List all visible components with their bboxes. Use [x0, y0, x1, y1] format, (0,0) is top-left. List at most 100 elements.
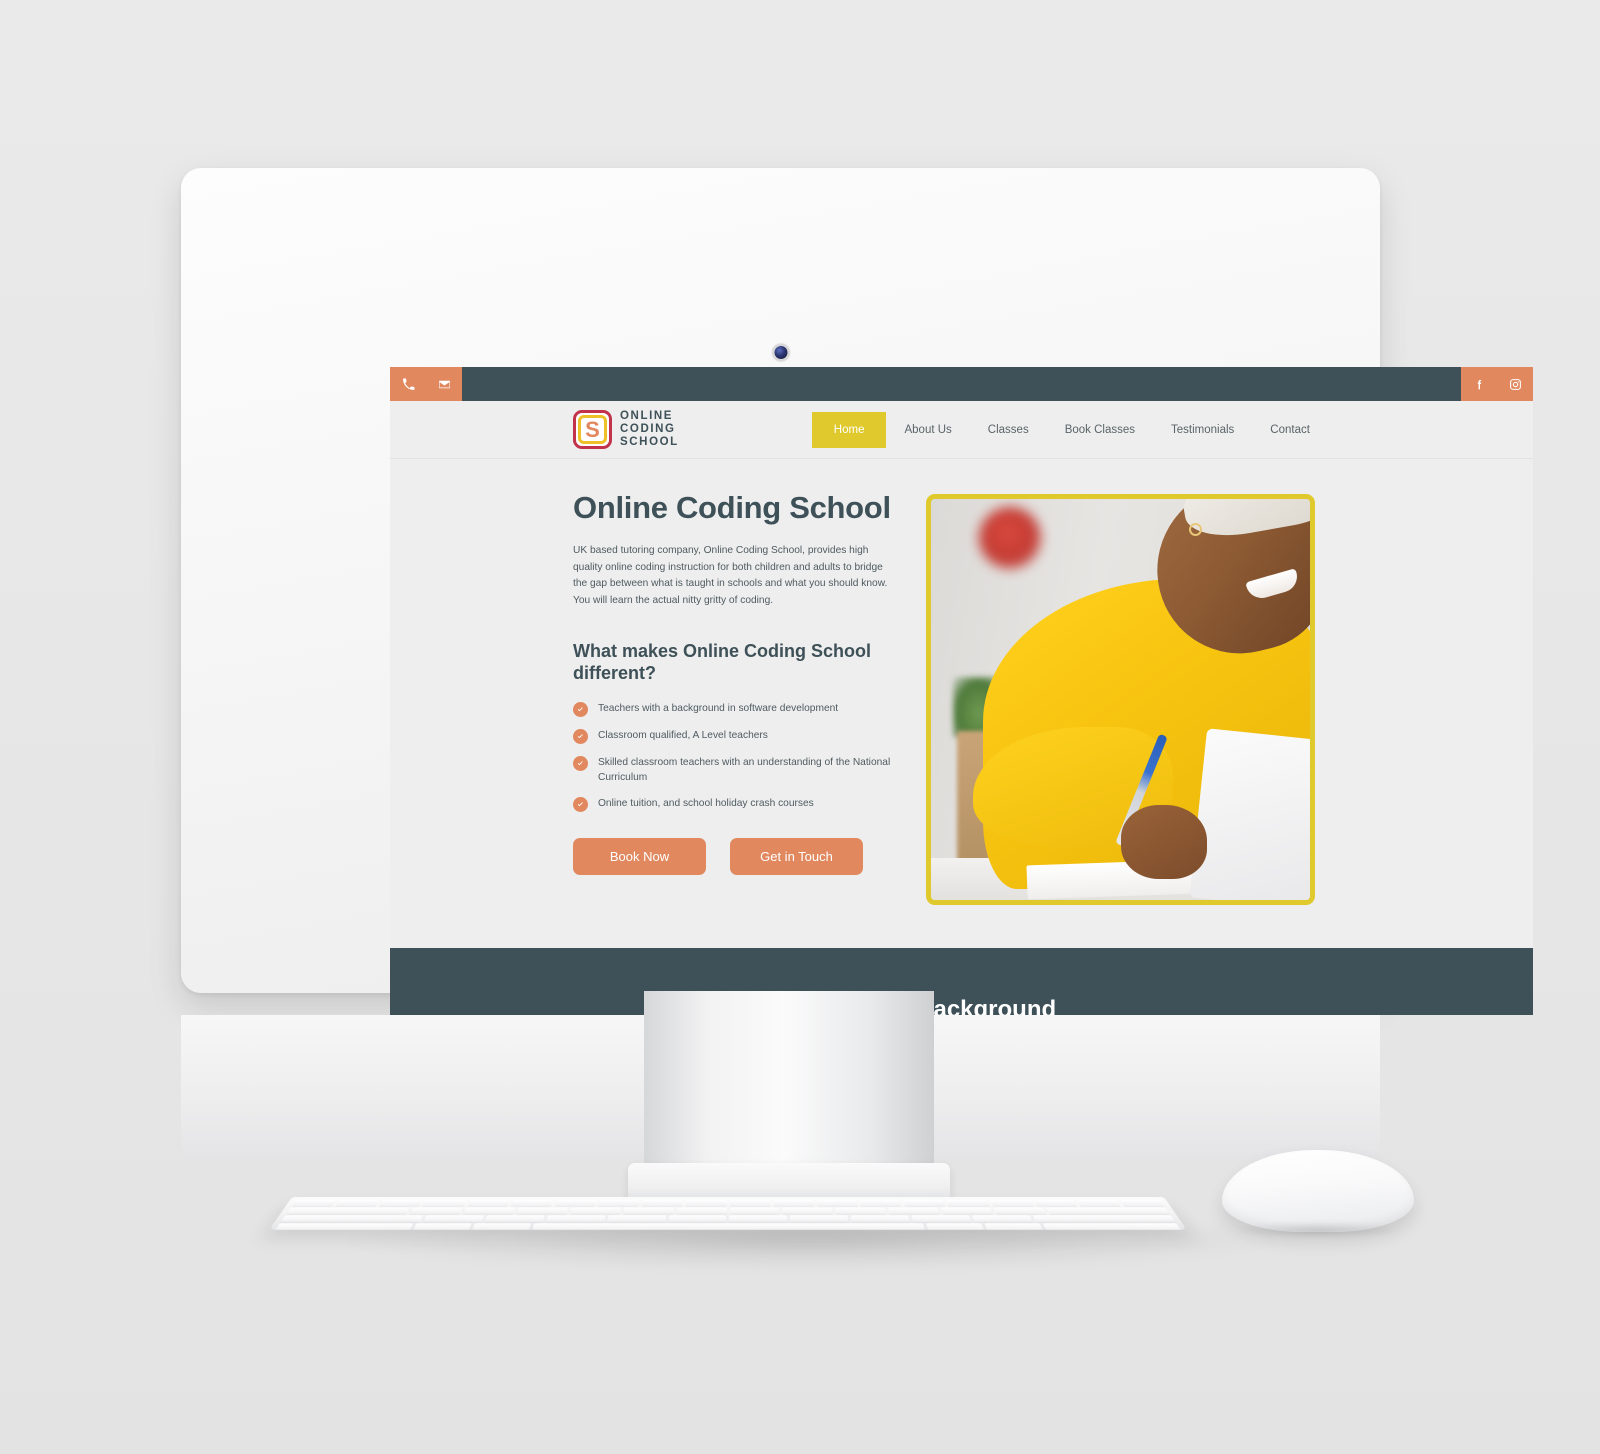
key [782, 1207, 834, 1214]
logo-letter: S [585, 416, 600, 442]
key [1046, 1207, 1170, 1214]
photo-laptop [1189, 728, 1310, 900]
envelope-icon[interactable] [426, 367, 462, 401]
key [729, 1215, 788, 1222]
check-circle-icon [573, 702, 588, 718]
photo-red-decor [979, 507, 1041, 569]
key [1032, 1215, 1176, 1222]
monitor-stand-neck [644, 991, 934, 1184]
check-circle-icon [573, 797, 588, 813]
keyboard[interactable] [268, 1197, 1188, 1230]
key [971, 1215, 1033, 1222]
monitor-body: S ONLINE CODING SCHOOL Home About Us Cla… [181, 168, 1533, 1161]
key [816, 1199, 858, 1207]
key [569, 1207, 621, 1214]
key [790, 1215, 849, 1222]
check-circle-icon [573, 756, 588, 772]
phone-icon[interactable] [390, 367, 426, 401]
hero-image-container [926, 491, 1315, 905]
key [510, 1199, 554, 1207]
feature-text: Online tuition, and school holiday crash… [598, 798, 814, 810]
key [940, 1207, 993, 1214]
utility-bar-right [1461, 367, 1533, 401]
site-logo[interactable]: S ONLINE CODING SCHOOL [573, 410, 679, 449]
cta-button-row: Book Now Get in Touch [573, 838, 896, 876]
logo-line-2: CODING [620, 423, 676, 436]
key [291, 1199, 337, 1207]
key [280, 1215, 424, 1222]
key [607, 1215, 666, 1222]
logo-line-3: SCHOOL [620, 435, 679, 448]
key [463, 1207, 516, 1214]
key [275, 1223, 414, 1230]
hero-section: Online Coding School UK based tutoring c… [390, 459, 1533, 905]
nav-item-testimonials[interactable]: Testimonials [1153, 414, 1252, 446]
key [1033, 1199, 1077, 1207]
get-in-touch-button[interactable]: Get in Touch [730, 838, 863, 876]
utility-bar [390, 367, 1533, 401]
feature-item: Online tuition, and school holiday crash… [573, 796, 896, 813]
key [668, 1215, 727, 1222]
mouse[interactable] [1222, 1150, 1414, 1232]
key [729, 1207, 780, 1214]
keyboard-row [291, 1199, 1165, 1207]
key [623, 1207, 674, 1214]
key [729, 1199, 771, 1207]
mockup-scene: S ONLINE CODING SCHOOL Home About Us Cla… [0, 0, 1600, 1454]
key [423, 1215, 484, 1222]
hero-subheading: What makes Online Coding School differen… [573, 641, 872, 684]
key [1076, 1199, 1121, 1207]
key [859, 1199, 902, 1207]
key [835, 1207, 887, 1214]
key [642, 1199, 684, 1207]
nav-item-contact[interactable]: Contact [1252, 414, 1328, 446]
key [1119, 1199, 1165, 1207]
book-now-button[interactable]: Book Now [573, 838, 706, 876]
hero-content: Online Coding School UK based tutoring c… [573, 490, 926, 905]
feature-item: Classroom qualified, A Level teachers [573, 728, 896, 745]
hero-photo-frame [926, 494, 1315, 905]
key [1042, 1223, 1181, 1230]
nav-item-book-classes[interactable]: Book Classes [1047, 414, 1153, 446]
key [989, 1199, 1034, 1207]
nav-item-home[interactable]: Home [811, 411, 887, 448]
key [466, 1199, 510, 1207]
nav-item-about-us[interactable]: About Us [886, 414, 969, 446]
feature-list: Teachers with a background in software d… [573, 701, 896, 813]
key [946, 1199, 990, 1207]
logo-mark-icon: S [573, 410, 612, 449]
logo-line-1: ONLINE [620, 410, 674, 423]
utility-bar-spacer [462, 367, 1461, 401]
keyboard-row [275, 1223, 1181, 1230]
key [286, 1207, 410, 1214]
key [554, 1199, 597, 1207]
check-circle-icon [573, 729, 588, 745]
feature-item: Skilled classroom teachers with an under… [573, 755, 896, 785]
key [413, 1223, 472, 1230]
feature-item: Teachers with a background in software d… [573, 701, 896, 718]
instagram-icon[interactable] [1497, 367, 1533, 401]
key [993, 1207, 1047, 1214]
photo-earring [1189, 523, 1202, 536]
key [911, 1215, 972, 1222]
monitor-screen: S ONLINE CODING SCHOOL Home About Us Cla… [390, 367, 1533, 1015]
key [887, 1207, 940, 1214]
feature-text: Skilled classroom teachers with an under… [598, 757, 891, 784]
key [925, 1223, 984, 1230]
facebook-icon[interactable] [1461, 367, 1497, 401]
student-writing-photo [931, 499, 1310, 900]
key [516, 1207, 569, 1214]
key [676, 1207, 727, 1214]
utility-bar-left [390, 367, 462, 401]
photo-hand [1121, 805, 1207, 879]
feature-text: Classroom qualified, A Level teachers [598, 730, 768, 742]
logo-wordmark: ONLINE CODING SCHOOL [620, 410, 679, 449]
nav-item-classes[interactable]: Classes [970, 414, 1047, 446]
site-header: S ONLINE CODING SCHOOL Home About Us Cla… [390, 401, 1533, 459]
key [409, 1207, 463, 1214]
spacebar-key [531, 1223, 925, 1230]
key [379, 1199, 424, 1207]
key [598, 1199, 640, 1207]
main-navigation: Home About Us Classes Book Classes Testi… [811, 411, 1328, 448]
webcam-lens-icon [774, 346, 787, 359]
